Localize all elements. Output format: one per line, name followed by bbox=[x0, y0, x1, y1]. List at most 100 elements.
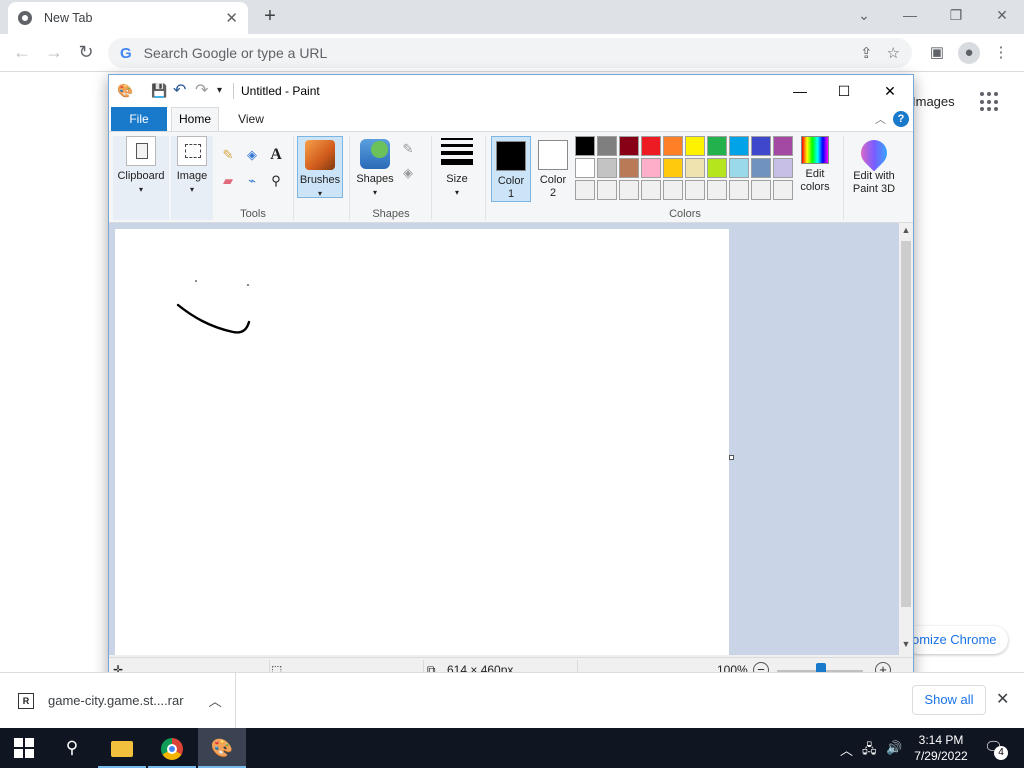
shape-fill-icon[interactable]: ◈ bbox=[399, 164, 417, 182]
tab-search-icon[interactable]: ⌄ bbox=[850, 4, 878, 26]
close-shelf-icon[interactable]: ✕ bbox=[996, 689, 1009, 709]
palette-swatch[interactable] bbox=[685, 136, 705, 156]
outline-icon[interactable]: ✎ bbox=[399, 140, 417, 158]
palette-swatch[interactable] bbox=[685, 158, 705, 178]
ntp-images-link[interactable]: Images bbox=[912, 94, 955, 109]
palette-swatch[interactable] bbox=[597, 158, 617, 178]
new-tab-button[interactable]: + bbox=[258, 4, 282, 28]
reload-button[interactable]: ↻ bbox=[74, 40, 98, 64]
drawing-canvas[interactable] bbox=[115, 229, 729, 655]
palette-swatch[interactable] bbox=[641, 136, 661, 156]
palette-swatch[interactable] bbox=[751, 158, 771, 178]
palette-swatch[interactable] bbox=[663, 136, 683, 156]
help-icon[interactable]: ? bbox=[893, 111, 909, 127]
show-hidden-icons[interactable]: ︿ bbox=[840, 740, 853, 759]
palette-swatch[interactable] bbox=[575, 158, 595, 178]
paint-taskbar-icon[interactable]: 🎨 bbox=[198, 728, 246, 768]
palette-swatch[interactable] bbox=[641, 158, 661, 178]
palette-swatch[interactable] bbox=[773, 136, 793, 156]
tab-close-icon[interactable]: ✕ bbox=[225, 9, 238, 27]
fill-bucket-icon[interactable]: ◈ bbox=[243, 146, 261, 164]
palette-swatch[interactable] bbox=[575, 180, 595, 200]
palette-swatch[interactable] bbox=[641, 180, 661, 200]
tab-view[interactable]: View bbox=[231, 107, 271, 131]
qat-customize-icon[interactable]: ▾ bbox=[217, 85, 222, 96]
color1-button[interactable]: Color 1 bbox=[491, 136, 531, 202]
palette-swatch[interactable] bbox=[619, 158, 639, 178]
volume-icon[interactable]: 🔊 bbox=[886, 740, 902, 756]
bookmark-star-icon[interactable]: ☆ bbox=[887, 44, 900, 62]
paint-maximize-button[interactable]: ☐ bbox=[829, 81, 859, 101]
edit-colors-button[interactable]: Edit colors bbox=[795, 136, 835, 200]
palette-swatch[interactable] bbox=[707, 180, 727, 200]
start-button[interactable] bbox=[14, 738, 34, 758]
brushes-button[interactable]: Brushes ▾ bbox=[297, 136, 343, 198]
side-panel-icon[interactable]: ▣ bbox=[926, 42, 948, 64]
notification-count: 4 bbox=[994, 746, 1008, 760]
size-button[interactable]: Size ▾ bbox=[437, 136, 477, 198]
scrollbar-thumb[interactable] bbox=[901, 241, 911, 607]
restore-button[interactable]: ❐ bbox=[942, 4, 970, 26]
network-icon[interactable]: 🖧 bbox=[862, 740, 877, 762]
palette-swatch[interactable] bbox=[751, 180, 771, 200]
save-icon[interactable]: 💾 bbox=[151, 83, 167, 99]
palette-swatch[interactable] bbox=[707, 136, 727, 156]
paint-minimize-button[interactable]: — bbox=[785, 81, 815, 101]
palette-swatch[interactable] bbox=[663, 158, 683, 178]
palette-swatch[interactable] bbox=[729, 136, 749, 156]
palette-swatch[interactable] bbox=[619, 180, 639, 200]
vertical-scrollbar[interactable]: ▲ ▼ bbox=[899, 223, 913, 655]
pencil-icon[interactable]: ✎ bbox=[219, 146, 237, 164]
tab-file[interactable]: File bbox=[111, 107, 167, 131]
tab-new-tab[interactable]: New Tab ✕ bbox=[8, 2, 248, 34]
profile-avatar-icon[interactable]: ● bbox=[958, 42, 980, 64]
clipboard-button[interactable]: Clipboard ▾ bbox=[113, 136, 169, 220]
palette-swatch[interactable] bbox=[751, 136, 771, 156]
palette-swatch[interactable] bbox=[707, 158, 727, 178]
back-button[interactable]: ← bbox=[10, 40, 34, 64]
action-center-icon[interactable]: 🗨 4 bbox=[984, 738, 1008, 760]
paint-app-icon[interactable]: 🎨 bbox=[117, 83, 133, 99]
chrome-menu-icon[interactable]: ⋮ bbox=[990, 42, 1012, 64]
undo-icon[interactable]: ↶ bbox=[173, 80, 186, 100]
text-tool-icon[interactable]: A bbox=[267, 146, 285, 164]
palette-swatch[interactable] bbox=[685, 180, 705, 200]
palette-swatch[interactable] bbox=[619, 136, 639, 156]
show-all-button[interactable]: Show all bbox=[912, 685, 986, 715]
palette-swatch[interactable] bbox=[597, 180, 617, 200]
palette-swatch[interactable] bbox=[773, 158, 793, 178]
edit-with-paint3d-button[interactable]: Edit with Paint 3D bbox=[847, 134, 901, 200]
palette-swatch[interactable] bbox=[597, 136, 617, 156]
color-picker-icon[interactable]: ⌁ bbox=[243, 172, 261, 190]
palette-swatch[interactable] bbox=[729, 158, 749, 178]
minimize-ribbon-icon[interactable]: ︿ bbox=[875, 111, 886, 127]
apps-grid-icon[interactable] bbox=[980, 92, 1000, 112]
eraser-icon[interactable]: ▰ bbox=[219, 172, 237, 190]
close-window-button[interactable]: ✕ bbox=[988, 4, 1016, 26]
color1-label: Color 1 bbox=[497, 175, 525, 200]
magnifier-icon[interactable]: ⚲ bbox=[267, 172, 285, 190]
paint-close-button[interactable]: ✕ bbox=[875, 81, 905, 101]
image-button[interactable]: Image ▾ bbox=[171, 136, 213, 220]
canvas-resize-handle[interactable] bbox=[729, 455, 734, 460]
chrome-taskbar-icon[interactable] bbox=[148, 728, 196, 768]
shapes-button[interactable]: Shapes ▾ bbox=[353, 136, 397, 198]
system-clock[interactable]: 3:14 PM 7/29/2022 bbox=[912, 732, 970, 764]
omnibox[interactable]: G Search Google or type a URL ⇪ ☆ bbox=[108, 38, 912, 68]
palette-swatch[interactable] bbox=[575, 136, 595, 156]
file-explorer-icon[interactable] bbox=[98, 728, 146, 768]
color2-button[interactable]: Color 2 bbox=[533, 136, 573, 202]
minimize-button[interactable]: — bbox=[896, 4, 924, 26]
customize-chrome-button[interactable]: omize Chrome bbox=[904, 626, 1008, 654]
color2-swatch bbox=[538, 140, 568, 170]
tab-home[interactable]: Home bbox=[171, 107, 219, 132]
download-item[interactable]: R game-city.game.st....rar ︿ bbox=[0, 673, 236, 728]
search-icon[interactable]: ⚲ bbox=[48, 728, 96, 768]
redo-icon[interactable]: ↷ bbox=[195, 80, 208, 100]
forward-button[interactable]: → bbox=[42, 40, 66, 64]
palette-swatch[interactable] bbox=[663, 180, 683, 200]
chevron-up-icon[interactable]: ︿ bbox=[195, 691, 235, 710]
share-icon[interactable]: ⇪ bbox=[860, 44, 873, 62]
palette-swatch[interactable] bbox=[773, 180, 793, 200]
palette-swatch[interactable] bbox=[729, 180, 749, 200]
